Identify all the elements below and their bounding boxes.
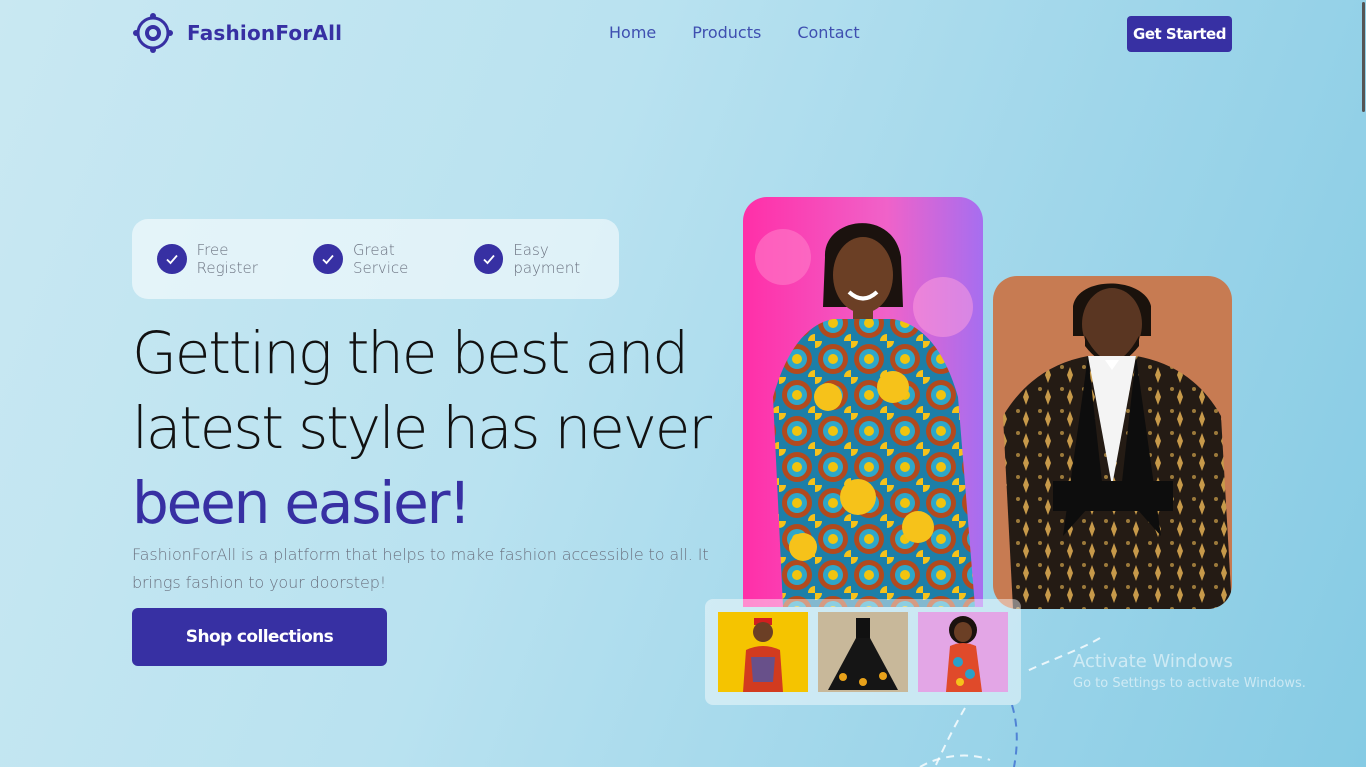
nav-link-contact[interactable]: Contact — [797, 23, 859, 42]
headline-line-2: latest style has never — [132, 394, 712, 462]
headline-line-1: Getting the best and — [132, 319, 689, 387]
get-started-button[interactable]: Get Started — [1127, 16, 1232, 52]
thumbnail-strip — [705, 599, 1021, 705]
badge-label: Free Register — [196, 241, 258, 277]
scrollbar-thumb[interactable] — [1362, 2, 1365, 112]
os-activation-watermark: Activate Windows Go to Settings to activ… — [1073, 651, 1306, 691]
feature-badges: Free Register Great Service Easy payment — [132, 219, 619, 299]
boy-native-attire-thumbnail[interactable] — [718, 612, 808, 692]
hero-headline: Getting the best and latest style has ne… — [132, 316, 732, 541]
watermark-subtitle: Go to Settings to activate Windows. — [1073, 676, 1306, 691]
woman-ankara-dress-photo — [743, 197, 983, 607]
check-circle-icon — [473, 244, 504, 274]
top-navbar: FashionForAll Home Products Contact Get … — [0, 0, 1366, 70]
hero-description: FashionForAll is a platform that helps t… — [132, 545, 709, 592]
badge-easy-payment: Easy payment — [473, 241, 619, 277]
brand-logo[interactable]: FashionForAll — [133, 13, 342, 53]
brand-name: FashionForAll — [187, 21, 343, 45]
nav-link-home[interactable]: Home — [609, 23, 656, 42]
check-circle-icon — [313, 244, 343, 274]
black-tulle-dress-thumbnail[interactable] — [818, 612, 908, 692]
page-scrollbar[interactable] — [1360, 0, 1366, 767]
check-circle-icon — [157, 244, 187, 274]
badge-great-service: Great Service — [313, 241, 453, 277]
orbit-logo-icon — [133, 13, 173, 53]
shop-collections-button[interactable]: Shop collections — [132, 608, 387, 666]
girl-ankara-dress-thumbnail[interactable] — [918, 612, 1008, 692]
headline-accent: been easier! — [132, 469, 472, 537]
man-embroidered-tuxedo-photo — [993, 276, 1232, 609]
main-menu: Home Products Contact — [609, 23, 860, 42]
badge-free-register: Free Register — [157, 241, 293, 277]
watermark-title: Activate Windows — [1073, 651, 1233, 672]
badge-label: Easy payment — [513, 241, 581, 277]
nav-link-products[interactable]: Products — [692, 23, 761, 42]
badge-label: Great Service — [352, 241, 409, 277]
